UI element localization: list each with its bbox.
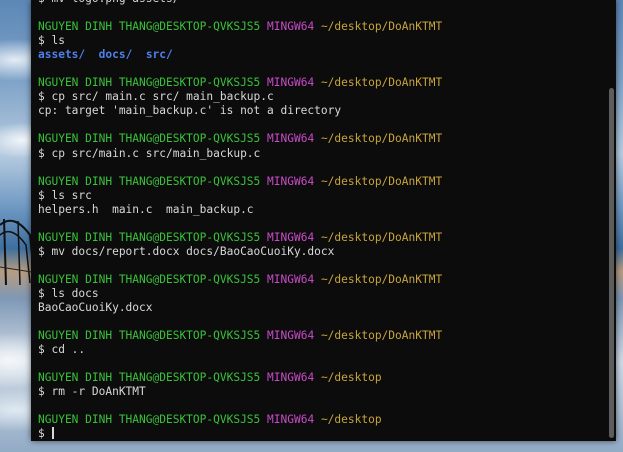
prompt-user-host: NGUYEN DINH THANG@DESKTOP-QVKSJS5 bbox=[38, 230, 261, 244]
prompt-line: NGUYEN DINH THANG@DESKTOP-QVKSJS5 MINGW6… bbox=[38, 20, 602, 34]
prompt-line: NGUYEN DINH THANG@DESKTOP-QVKSJS5 MINGW6… bbox=[38, 371, 602, 385]
command-line: $ ls docs bbox=[38, 287, 602, 301]
prompt-env: MINGW64 bbox=[267, 174, 315, 188]
output-line: cp: target 'main_backup.c' is not a dire… bbox=[38, 104, 602, 118]
command-line: $ cp src/main.c src/main_backup.c bbox=[38, 147, 602, 161]
command-text: $ mv docs/report.docx docs/BaoCaoCuoiKy.… bbox=[38, 244, 335, 258]
directory-entry: assets/ bbox=[38, 48, 86, 62]
terminal-output[interactable]: $ mv logo.png assets/ NGUYEN DINH THANG@… bbox=[38, 0, 602, 441]
prompt-line: NGUYEN DINH THANG@DESKTOP-QVKSJS5 MINGW6… bbox=[38, 329, 602, 343]
prompt-line: NGUYEN DINH THANG@DESKTOP-QVKSJS5 MINGW6… bbox=[38, 76, 602, 90]
command-text: $ rm -r DoAnKTMT bbox=[38, 385, 146, 399]
prompt-path: ~/desktop/DoAnKTMT bbox=[320, 76, 443, 90]
prompt-user-host: NGUYEN DINH THANG@DESKTOP-QVKSJS5 bbox=[38, 413, 261, 427]
output-text: helpers.h main.c main_backup.c bbox=[38, 202, 254, 216]
prompt-env: MINGW64 bbox=[267, 329, 315, 343]
command-text: $ ls src bbox=[38, 188, 92, 202]
input-prompt-symbol: $ bbox=[38, 427, 52, 441]
directory-entry: src/ bbox=[145, 48, 173, 62]
terminal-window[interactable]: $ mv logo.png assets/ NGUYEN DINH THANG@… bbox=[31, 0, 616, 441]
command-text: $ cd .. bbox=[38, 343, 86, 357]
prompt-path: ~/desktop/DoAnKTMT bbox=[320, 132, 443, 146]
prompt-path: ~/desktop/DoAnKTMT bbox=[320, 20, 443, 34]
prompt-path: ~/desktop bbox=[320, 371, 382, 385]
prompt-path: ~/desktop/DoAnKTMT bbox=[320, 230, 443, 244]
directory-listing: assets/ docs/ src/ bbox=[38, 48, 602, 62]
output-line: BaoCaoCuoiKy.docx bbox=[38, 301, 602, 315]
prompt-line: NGUYEN DINH THANG@DESKTOP-QVKSJS5 MINGW6… bbox=[38, 231, 602, 245]
prompt-env: MINGW64 bbox=[267, 272, 315, 286]
prompt-env: MINGW64 bbox=[267, 132, 315, 146]
output-text: $ mv logo.png assets/ bbox=[38, 0, 179, 5]
prompt-env: MINGW64 bbox=[267, 20, 315, 34]
prompt-user-host: NGUYEN DINH THANG@DESKTOP-QVKSJS5 bbox=[38, 20, 261, 34]
command-text: $ cp src/ main.c src/ main_backup.c bbox=[38, 90, 274, 104]
command-line: $ rm -r DoAnKTMT bbox=[38, 385, 602, 399]
prompt-env: MINGW64 bbox=[267, 371, 315, 385]
command-line: $ mv docs/report.docx docs/BaoCaoCuoiKy.… bbox=[38, 245, 602, 259]
text-cursor bbox=[52, 427, 54, 440]
command-line: $ ls src bbox=[38, 189, 602, 203]
prompt-user-host: NGUYEN DINH THANG@DESKTOP-QVKSJS5 bbox=[38, 174, 261, 188]
output-line: helpers.h main.c main_backup.c bbox=[38, 203, 602, 217]
prompt-user-host: NGUYEN DINH THANG@DESKTOP-QVKSJS5 bbox=[38, 371, 261, 385]
output-text: BaoCaoCuoiKy.docx bbox=[38, 301, 153, 315]
prompt-path: ~/desktop bbox=[320, 413, 382, 427]
command-text: $ cp src/main.c src/main_backup.c bbox=[38, 146, 261, 160]
prompt-user-host: NGUYEN DINH THANG@DESKTOP-QVKSJS5 bbox=[38, 329, 261, 343]
prompt-user-host: NGUYEN DINH THANG@DESKTOP-QVKSJS5 bbox=[38, 76, 261, 90]
output-text: cp: target 'main_backup.c' is not a dire… bbox=[38, 104, 342, 118]
prompt-line: NGUYEN DINH THANG@DESKTOP-QVKSJS5 MINGW6… bbox=[38, 132, 602, 146]
prompt-env: MINGW64 bbox=[267, 76, 315, 90]
command-line: $ ls bbox=[38, 34, 602, 48]
prompt-path: ~/desktop/DoAnKTMT bbox=[320, 174, 443, 188]
prompt-user-host: NGUYEN DINH THANG@DESKTOP-QVKSJS5 bbox=[38, 272, 261, 286]
command-text: $ ls docs bbox=[38, 286, 99, 300]
prompt-path: ~/desktop/DoAnKTMT bbox=[320, 329, 443, 343]
command-line: $ cd .. bbox=[38, 343, 602, 357]
prompt-user-host: NGUYEN DINH THANG@DESKTOP-QVKSJS5 bbox=[38, 132, 261, 146]
prompt-env: MINGW64 bbox=[267, 413, 315, 427]
command-input-line[interactable]: $ bbox=[38, 427, 602, 441]
command-text: $ ls bbox=[38, 34, 65, 48]
prompt-line: NGUYEN DINH THANG@DESKTOP-QVKSJS5 MINGW6… bbox=[38, 413, 602, 427]
prompt-env: MINGW64 bbox=[267, 230, 315, 244]
prompt-line: NGUYEN DINH THANG@DESKTOP-QVKSJS5 MINGW6… bbox=[38, 273, 602, 287]
prompt-line: NGUYEN DINH THANG@DESKTOP-QVKSJS5 MINGW6… bbox=[38, 175, 602, 189]
terminal-scrollbar[interactable] bbox=[609, 88, 614, 438]
prompt-path: ~/desktop/DoAnKTMT bbox=[320, 272, 443, 286]
directory-entry: docs/ bbox=[98, 48, 133, 62]
command-line: $ cp src/ main.c src/ main_backup.c bbox=[38, 90, 602, 104]
